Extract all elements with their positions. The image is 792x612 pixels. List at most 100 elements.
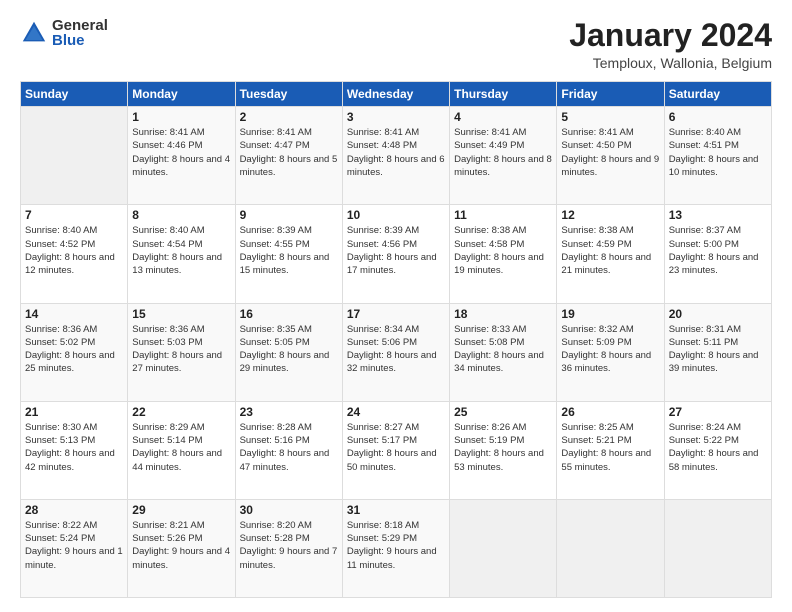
week-row-1: 1 Sunrise: 8:41 AMSunset: 4:46 PMDaylight… bbox=[21, 107, 772, 205]
day-info: Sunrise: 8:27 AMSunset: 5:17 PMDaylight:… bbox=[347, 421, 445, 474]
day-cell: 31 Sunrise: 8:18 AMSunset: 5:29 PMDayligh… bbox=[342, 499, 449, 597]
page: General Blue January 2024 Temploux, Wall… bbox=[0, 0, 792, 612]
header-day-friday: Friday bbox=[557, 82, 664, 107]
day-info: Sunrise: 8:38 AMSunset: 4:59 PMDaylight:… bbox=[561, 224, 659, 277]
header-day-saturday: Saturday bbox=[664, 82, 771, 107]
day-cell: 2Sunrise: 8:41 AMSunset: 4:47 PMDaylight… bbox=[235, 107, 342, 205]
day-info: Sunrise: 8:36 AMSunset: 5:03 PMDaylight:… bbox=[132, 323, 230, 376]
day-cell: 16Sunrise: 8:35 AMSunset: 5:05 PMDayligh… bbox=[235, 303, 342, 401]
header-day-monday: Monday bbox=[128, 82, 235, 107]
day-cell: 13 Sunrise: 8:37 AMSunset: 5:00 PMDayligh… bbox=[664, 205, 771, 303]
day-cell bbox=[557, 499, 664, 597]
day-number: 19 bbox=[561, 307, 659, 321]
day-number: 14 bbox=[25, 307, 123, 321]
day-cell: 12Sunrise: 8:38 AMSunset: 4:59 PMDayligh… bbox=[557, 205, 664, 303]
day-number: 26 bbox=[561, 405, 659, 419]
week-row-3: 14 Sunrise: 8:36 AMSunset: 5:02 PMDayligh… bbox=[21, 303, 772, 401]
day-info: Sunrise: 8:24 AMSunset: 5:22 PMDaylight:… bbox=[669, 421, 767, 474]
header-day-wednesday: Wednesday bbox=[342, 82, 449, 107]
day-info: Sunrise: 8:38 AMSunset: 4:58 PMDaylight:… bbox=[454, 224, 552, 277]
day-number: 11 bbox=[454, 208, 552, 222]
day-number: 3 bbox=[347, 110, 445, 124]
day-number: 29 bbox=[132, 503, 230, 517]
header-day-sunday: Sunday bbox=[21, 82, 128, 107]
day-cell: 30 Sunrise: 8:20 AMSunset: 5:28 PMDayligh… bbox=[235, 499, 342, 597]
day-cell: 7Sunrise: 8:40 AMSunset: 4:52 PMDaylight… bbox=[21, 205, 128, 303]
day-number: 8 bbox=[132, 208, 230, 222]
title-area: January 2024 Temploux, Wallonia, Belgium bbox=[569, 18, 772, 71]
header-day-thursday: Thursday bbox=[450, 82, 557, 107]
month-year: January 2024 bbox=[569, 18, 772, 53]
day-info: Sunrise: 8:18 AMSunset: 5:29 PMDaylight:… bbox=[347, 519, 445, 572]
day-info: Sunrise: 8:33 AMSunset: 5:08 PMDaylight:… bbox=[454, 323, 552, 376]
day-info: Sunrise: 8:41 AMSunset: 4:47 PMDaylight:… bbox=[240, 126, 338, 179]
day-number: 15 bbox=[132, 307, 230, 321]
header-row: SundayMondayTuesdayWednesdayThursdayFrid… bbox=[21, 82, 772, 107]
day-info: Sunrise: 8:30 AMSunset: 5:13 PMDaylight:… bbox=[25, 421, 123, 474]
day-cell: 18Sunrise: 8:33 AMSunset: 5:08 PMDayligh… bbox=[450, 303, 557, 401]
day-info: Sunrise: 8:40 AMSunset: 4:51 PMDaylight:… bbox=[669, 126, 767, 179]
header-day-tuesday: Tuesday bbox=[235, 82, 342, 107]
calendar-header: SundayMondayTuesdayWednesdayThursdayFrid… bbox=[21, 82, 772, 107]
day-info: Sunrise: 8:32 AMSunset: 5:09 PMDaylight:… bbox=[561, 323, 659, 376]
day-cell: 20Sunrise: 8:31 AMSunset: 5:11 PMDayligh… bbox=[664, 303, 771, 401]
day-number: 25 bbox=[454, 405, 552, 419]
day-number: 10 bbox=[347, 208, 445, 222]
day-number: 13 bbox=[669, 208, 767, 222]
logo-blue: Blue bbox=[52, 33, 108, 48]
day-number: 4 bbox=[454, 110, 552, 124]
day-cell: 5 Sunrise: 8:41 AMSunset: 4:50 PMDaylight… bbox=[557, 107, 664, 205]
day-cell: 8Sunrise: 8:40 AMSunset: 4:54 PMDaylight… bbox=[128, 205, 235, 303]
day-info: Sunrise: 8:39 AMSunset: 4:55 PMDaylight:… bbox=[240, 224, 338, 277]
day-number: 31 bbox=[347, 503, 445, 517]
day-number: 9 bbox=[240, 208, 338, 222]
calendar-table: SundayMondayTuesdayWednesdayThursdayFrid… bbox=[20, 81, 772, 598]
day-number: 17 bbox=[347, 307, 445, 321]
day-cell: 4Sunrise: 8:41 AMSunset: 4:49 PMDaylight… bbox=[450, 107, 557, 205]
day-cell: 10Sunrise: 8:39 AMSunset: 4:56 PMDayligh… bbox=[342, 205, 449, 303]
location: Temploux, Wallonia, Belgium bbox=[569, 55, 772, 71]
day-info: Sunrise: 8:21 AMSunset: 5:26 PMDaylight:… bbox=[132, 519, 230, 572]
day-number: 30 bbox=[240, 503, 338, 517]
day-cell: 25Sunrise: 8:26 AMSunset: 5:19 PMDayligh… bbox=[450, 401, 557, 499]
day-info: Sunrise: 8:29 AMSunset: 5:14 PMDaylight:… bbox=[132, 421, 230, 474]
day-cell: 29 Sunrise: 8:21 AMSunset: 5:26 PMDayligh… bbox=[128, 499, 235, 597]
day-cell: 3Sunrise: 8:41 AMSunset: 4:48 PMDaylight… bbox=[342, 107, 449, 205]
logo-icon bbox=[20, 19, 48, 47]
logo-general: General bbox=[52, 18, 108, 33]
day-info: Sunrise: 8:41 AMSunset: 4:46 PMDaylight:… bbox=[132, 126, 230, 179]
day-info: Sunrise: 8:34 AMSunset: 5:06 PMDaylight:… bbox=[347, 323, 445, 376]
day-cell: 27Sunrise: 8:24 AMSunset: 5:22 PMDayligh… bbox=[664, 401, 771, 499]
day-number: 21 bbox=[25, 405, 123, 419]
day-cell: 15 Sunrise: 8:36 AMSunset: 5:03 PMDayligh… bbox=[128, 303, 235, 401]
day-number: 23 bbox=[240, 405, 338, 419]
day-info: Sunrise: 8:36 AMSunset: 5:02 PMDaylight:… bbox=[25, 323, 123, 376]
day-cell: 17 Sunrise: 8:34 AMSunset: 5:06 PMDayligh… bbox=[342, 303, 449, 401]
day-info: Sunrise: 8:25 AMSunset: 5:21 PMDaylight:… bbox=[561, 421, 659, 474]
day-number: 5 bbox=[561, 110, 659, 124]
day-info: Sunrise: 8:31 AMSunset: 5:11 PMDaylight:… bbox=[669, 323, 767, 376]
day-info: Sunrise: 8:20 AMSunset: 5:28 PMDaylight:… bbox=[240, 519, 338, 572]
week-row-2: 7Sunrise: 8:40 AMSunset: 4:52 PMDaylight… bbox=[21, 205, 772, 303]
day-info: Sunrise: 8:37 AMSunset: 5:00 PMDaylight:… bbox=[669, 224, 767, 277]
week-row-4: 21 Sunrise: 8:30 AMSunset: 5:13 PMDayligh… bbox=[21, 401, 772, 499]
day-number: 6 bbox=[669, 110, 767, 124]
day-info: Sunrise: 8:35 AMSunset: 5:05 PMDaylight:… bbox=[240, 323, 338, 376]
day-number: 1 bbox=[132, 110, 230, 124]
day-cell: 28Sunrise: 8:22 AMSunset: 5:24 PMDayligh… bbox=[21, 499, 128, 597]
day-cell: 11 Sunrise: 8:38 AMSunset: 4:58 PMDayligh… bbox=[450, 205, 557, 303]
day-cell: 21 Sunrise: 8:30 AMSunset: 5:13 PMDayligh… bbox=[21, 401, 128, 499]
day-number: 22 bbox=[132, 405, 230, 419]
day-cell bbox=[450, 499, 557, 597]
day-cell: 19 Sunrise: 8:32 AMSunset: 5:09 PMDayligh… bbox=[557, 303, 664, 401]
logo-text: General Blue bbox=[52, 18, 108, 48]
day-cell: 14 Sunrise: 8:36 AMSunset: 5:02 PMDayligh… bbox=[21, 303, 128, 401]
day-cell: 1 Sunrise: 8:41 AMSunset: 4:46 PMDaylight… bbox=[128, 107, 235, 205]
day-info: Sunrise: 8:41 AMSunset: 4:50 PMDaylight:… bbox=[561, 126, 659, 179]
day-number: 28 bbox=[25, 503, 123, 517]
day-cell: 24 Sunrise: 8:27 AMSunset: 5:17 PMDayligh… bbox=[342, 401, 449, 499]
day-number: 24 bbox=[347, 405, 445, 419]
day-cell: 6 Sunrise: 8:40 AMSunset: 4:51 PMDaylight… bbox=[664, 107, 771, 205]
week-row-5: 28Sunrise: 8:22 AMSunset: 5:24 PMDayligh… bbox=[21, 499, 772, 597]
day-cell: 26 Sunrise: 8:25 AMSunset: 5:21 PMDayligh… bbox=[557, 401, 664, 499]
